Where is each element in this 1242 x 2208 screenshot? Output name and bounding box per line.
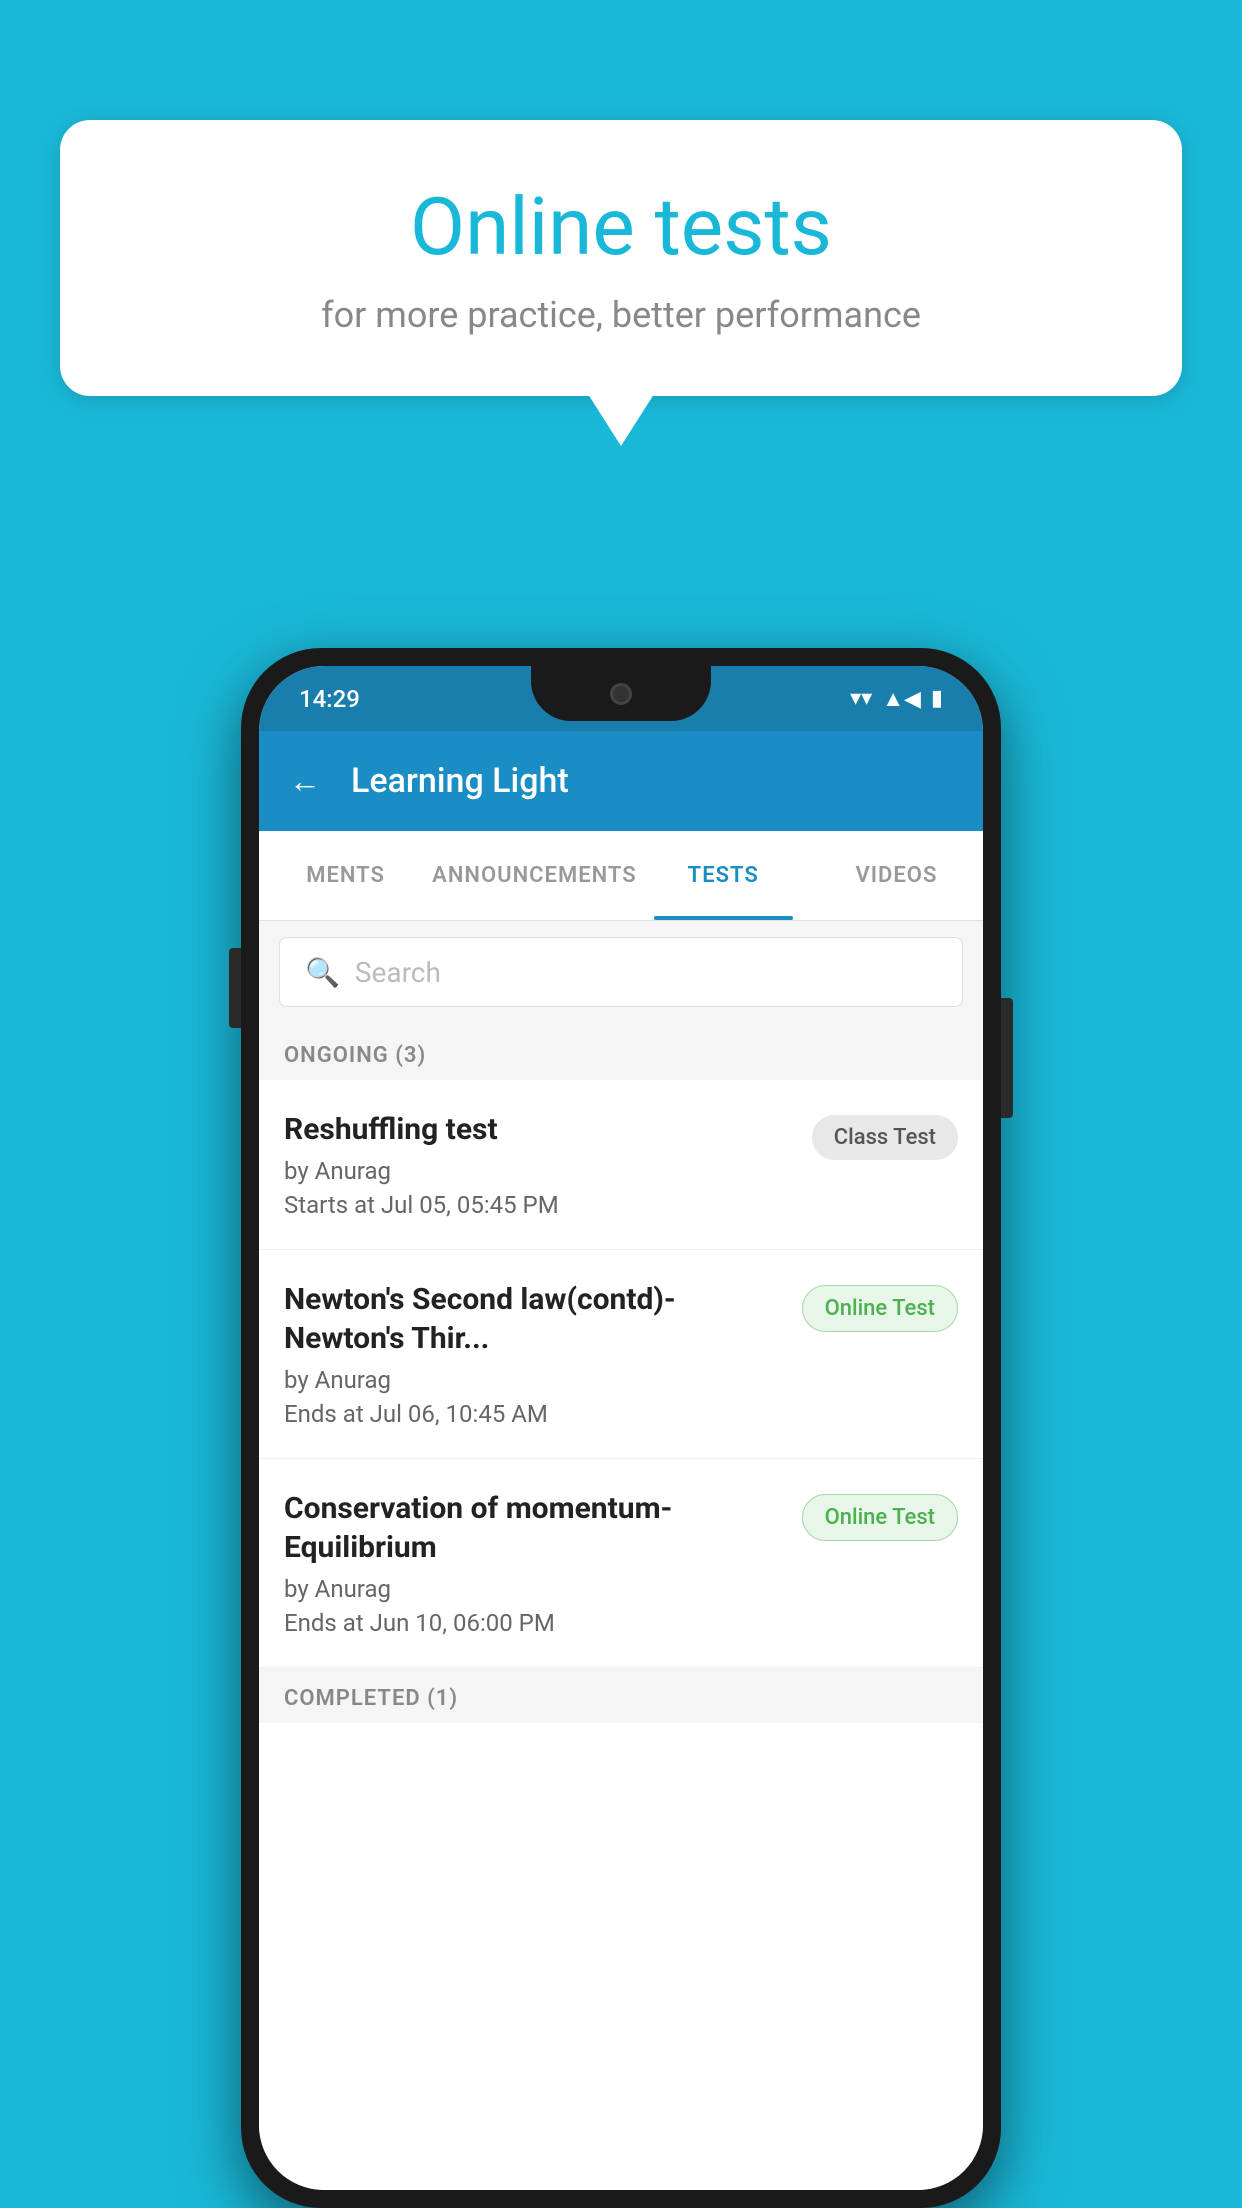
- wifi-icon: ▾▾: [850, 686, 872, 711]
- status-time: 14:29: [299, 685, 360, 713]
- status-icons: ▾▾ ▲◀ ▮: [850, 686, 943, 712]
- search-box[interactable]: 🔍 Search: [279, 937, 963, 1007]
- test-item-3[interactable]: Conservation of momentum-Equilibrium by …: [259, 1459, 983, 1668]
- test-by-1: by Anurag: [284, 1157, 792, 1185]
- phone-outer: 14:29 ▾▾ ▲◀ ▮ ← Learning Light MENTS ANN…: [241, 648, 1001, 2208]
- tab-ments[interactable]: MENTS: [259, 831, 432, 920]
- search-placeholder: Search: [355, 956, 441, 989]
- test-item[interactable]: Reshuffling test by Anurag Starts at Jul…: [259, 1080, 983, 1250]
- test-date-2: Ends at Jul 06, 10:45 AM: [284, 1400, 782, 1428]
- tabs-bar: MENTS ANNOUNCEMENTS TESTS VIDEOS: [259, 831, 983, 921]
- app-bar-title: Learning Light: [351, 761, 569, 801]
- status-bar: 14:29 ▾▾ ▲◀ ▮: [259, 666, 983, 731]
- camera: [610, 683, 632, 705]
- test-badge-2: Online Test: [802, 1285, 958, 1332]
- test-name-3: Conservation of momentum-Equilibrium: [284, 1489, 782, 1567]
- test-info-3: Conservation of momentum-Equilibrium by …: [284, 1489, 782, 1637]
- test-badge-1: Class Test: [812, 1115, 958, 1160]
- phone-wrapper: 14:29 ▾▾ ▲◀ ▮ ← Learning Light MENTS ANN…: [241, 648, 1001, 2208]
- test-date-3: Ends at Jun 10, 06:00 PM: [284, 1609, 782, 1637]
- phone-inner: 14:29 ▾▾ ▲◀ ▮ ← Learning Light MENTS ANN…: [259, 666, 983, 2190]
- tab-videos[interactable]: VIDEOS: [810, 831, 983, 920]
- test-date-1: Starts at Jul 05, 05:45 PM: [284, 1191, 792, 1219]
- test-item-2[interactable]: Newton's Second law(contd)-Newton's Thir…: [259, 1250, 983, 1459]
- tab-tests[interactable]: TESTS: [637, 831, 810, 920]
- app-bar: ← Learning Light: [259, 731, 983, 831]
- notch: [531, 666, 711, 721]
- bubble-title: Online tests: [140, 180, 1102, 274]
- speech-bubble: Online tests for more practice, better p…: [60, 120, 1182, 396]
- tab-announcements[interactable]: ANNOUNCEMENTS: [432, 831, 636, 920]
- test-info-2: Newton's Second law(contd)-Newton's Thir…: [284, 1280, 782, 1428]
- completed-section-title: COMPLETED (1): [284, 1686, 458, 1711]
- test-badge-3: Online Test: [802, 1494, 958, 1541]
- ongoing-section-title: ONGOING (3): [284, 1043, 426, 1068]
- ongoing-section-header: ONGOING (3): [259, 1023, 983, 1080]
- signal-icon: ▲◀: [882, 686, 921, 712]
- test-info-1: Reshuffling test by Anurag Starts at Jul…: [284, 1110, 792, 1219]
- completed-section-header: COMPLETED (1): [259, 1668, 983, 1723]
- content-area: ONGOING (3) Reshuffling test by Anurag S…: [259, 1023, 983, 2190]
- search-container: 🔍 Search: [259, 921, 983, 1023]
- battery-icon: ▮: [931, 686, 943, 711]
- test-by-2: by Anurag: [284, 1366, 782, 1394]
- back-button[interactable]: ←: [289, 762, 321, 800]
- search-icon: 🔍: [305, 956, 340, 989]
- bubble-subtitle: for more practice, better performance: [140, 294, 1102, 336]
- test-name-1: Reshuffling test: [284, 1110, 792, 1149]
- test-name-2: Newton's Second law(contd)-Newton's Thir…: [284, 1280, 782, 1358]
- test-by-3: by Anurag: [284, 1575, 782, 1603]
- speech-bubble-container: Online tests for more practice, better p…: [60, 120, 1182, 396]
